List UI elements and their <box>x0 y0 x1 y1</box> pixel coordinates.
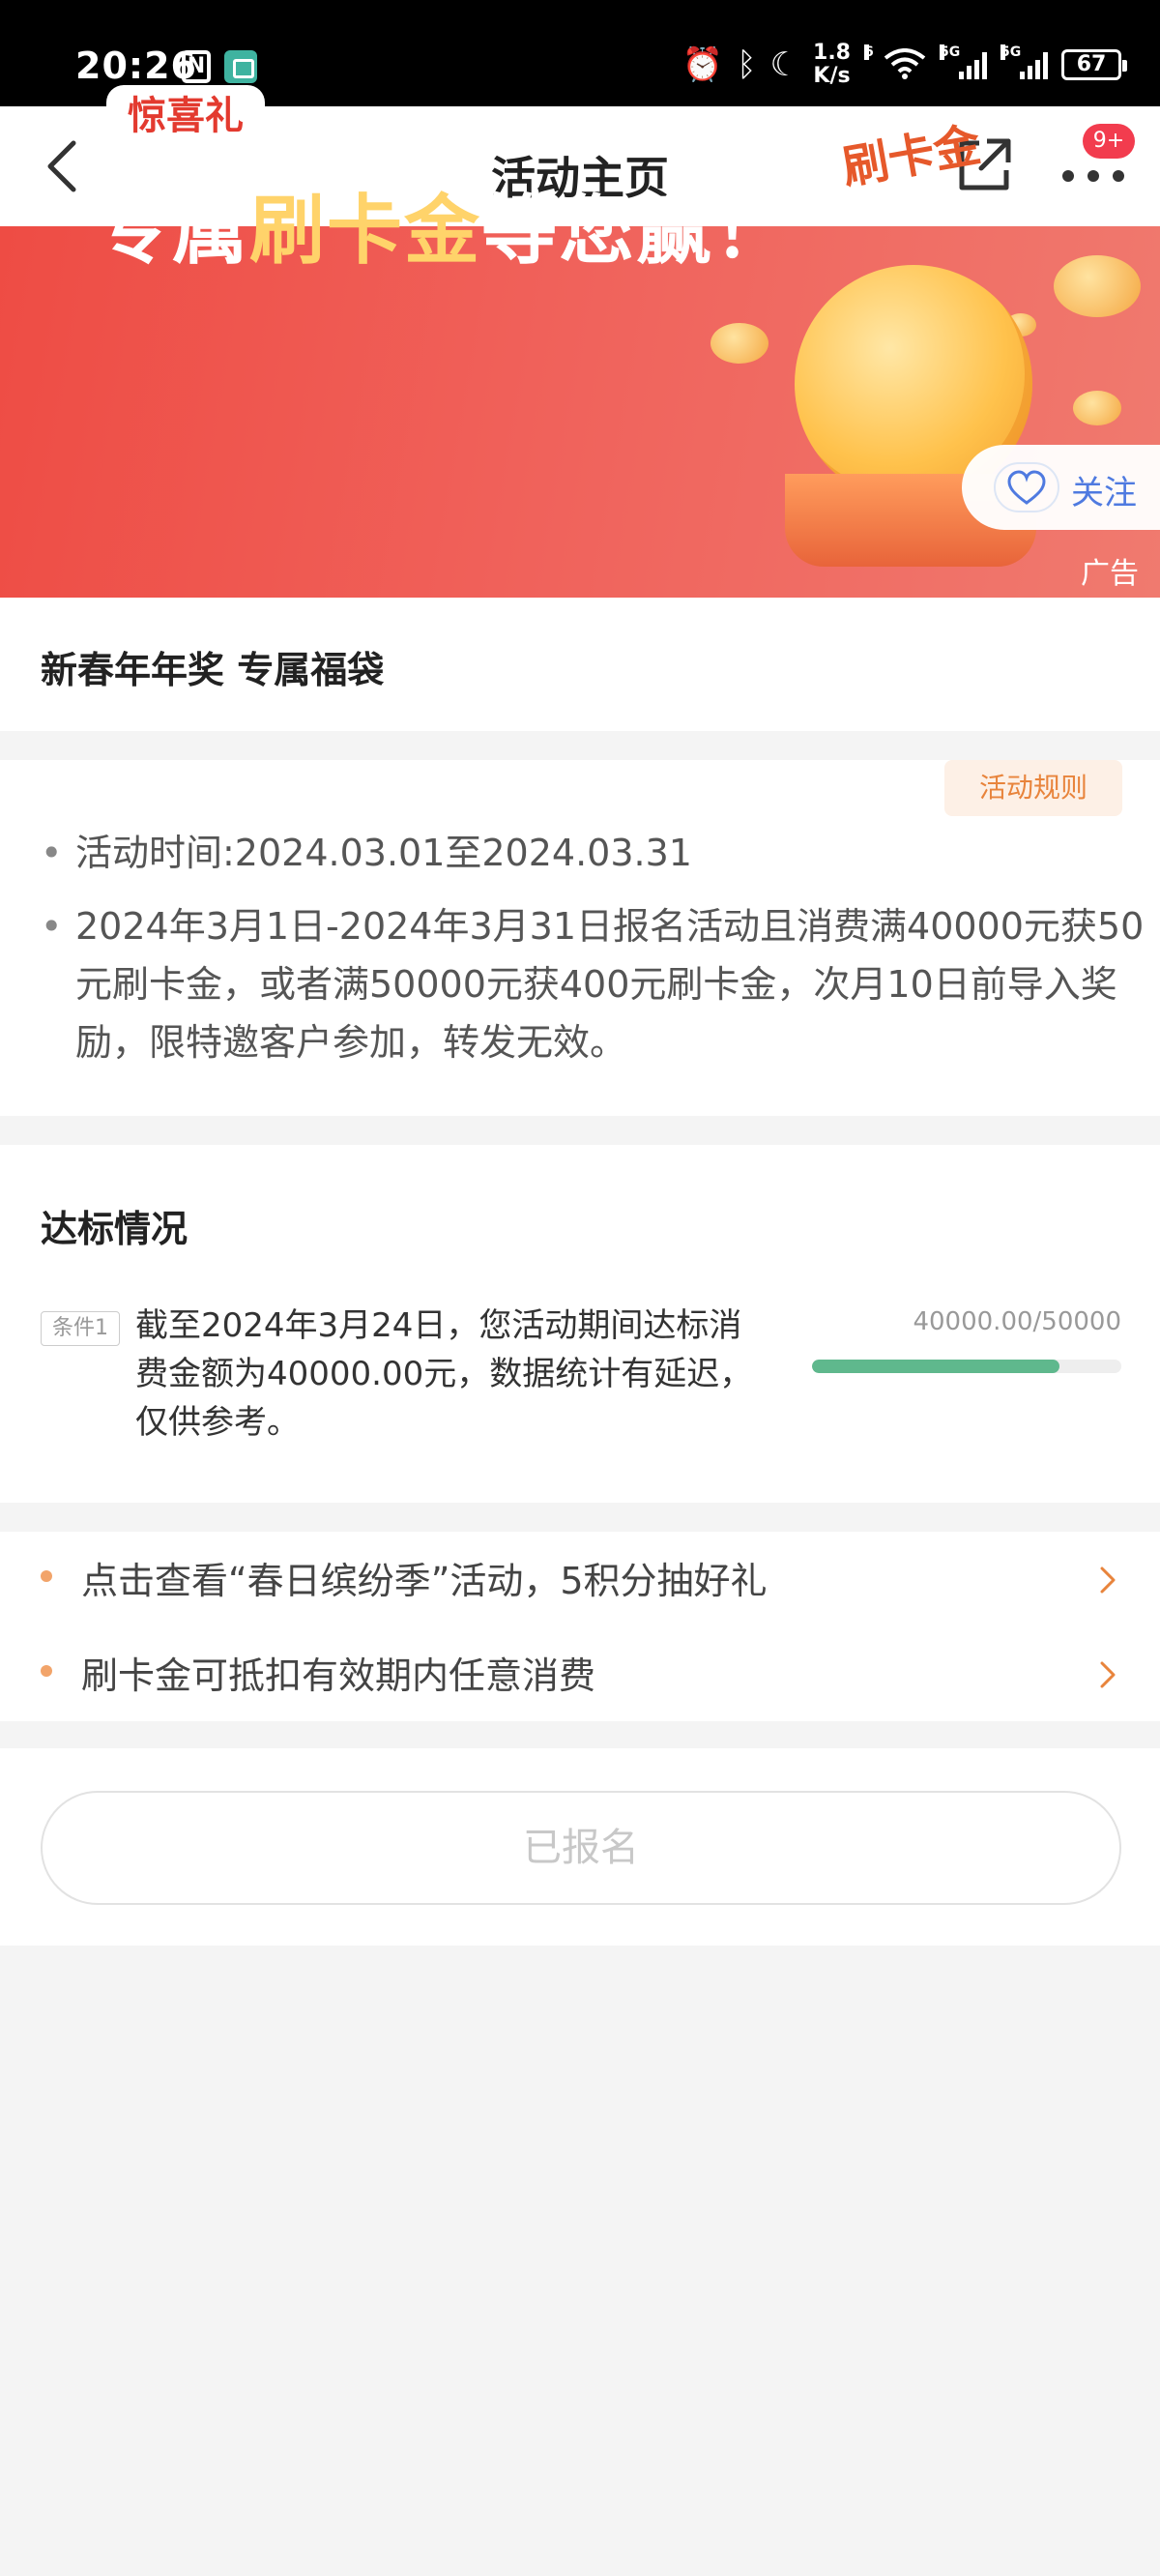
link-row-spring[interactable]: 点击查看“春日缤纷季”活动，5积分抽好礼 <box>0 1532 1160 1626</box>
banner-headline-c: 等您赢！ <box>481 188 792 275</box>
condition-text: 截至2024年3月24日，您活动期间达标消费金额为40000.00元，数据统计有… <box>135 1306 753 1442</box>
app-icon <box>224 50 257 83</box>
bullet-dot <box>41 1570 52 1582</box>
wifi-icon: 6 <box>864 44 926 79</box>
battery-icon: 67 <box>1061 49 1127 80</box>
compliance-title: 达标情况 <box>41 1208 188 1250</box>
coin-decoration <box>710 323 768 364</box>
moon-icon: ☾ <box>769 45 800 84</box>
alarm-icon: ⏰ <box>682 45 724 84</box>
promo-banner[interactable] <box>0 226 1160 598</box>
coin-decoration <box>1073 391 1121 425</box>
banner-headline-b: 刷卡金 <box>249 188 482 275</box>
wifi-tag: 6 <box>864 44 874 60</box>
activity-title-section: 新春年年奖 专属福袋 <box>0 598 1160 731</box>
rules-button[interactable]: 活动规则 <box>944 760 1122 816</box>
link-label: 点击查看“春日缤纷季”活动，5积分抽好礼 <box>81 1560 768 1602</box>
status-time: 20:26 <box>75 44 197 87</box>
bluetooth-icon: ᛒ <box>737 45 757 84</box>
links-card: 点击查看“春日缤纷季”活动，5积分抽好礼 刷卡金可抵扣有效期内任意消费 <box>0 1532 1160 1721</box>
signal-tag-2: 5G <box>1000 44 1022 60</box>
notification-badge: 9+ <box>1083 124 1135 159</box>
net-speed-unit: K/s <box>813 64 851 88</box>
progress-bar <box>812 1360 1121 1373</box>
bullet: • <box>41 832 63 874</box>
banner-headline: 专属刷卡金等您赢！ <box>95 170 791 278</box>
signal-icon-2: 5G <box>1000 44 1048 79</box>
condition-tag: 条件1 <box>41 1311 120 1346</box>
registered-button[interactable]: 已报名 <box>41 1791 1121 1905</box>
bullet-dot <box>41 1665 52 1677</box>
info-item-text: 2024年3月1日-2024年3月31日报名活动且消费满40000元获50元刷卡… <box>75 905 1145 1064</box>
link-label: 刷卡金可抵扣有效期内任意消费 <box>81 1654 596 1697</box>
status-icons: ⏰ ᛒ ☾ 1.8 K/s 6 5G 5G 67 <box>682 39 1127 91</box>
net-speed: 1.8 K/s <box>813 42 851 88</box>
banner-headline-a: 专属 <box>95 188 250 275</box>
link-row-card-gold[interactable]: 刷卡金可抵扣有效期内任意消费 <box>0 1626 1160 1721</box>
activity-title: 新春年年奖 专属福袋 <box>41 649 385 691</box>
progress-value: 40000.00/50000 <box>913 1307 1121 1336</box>
net-speed-value: 1.8 <box>813 41 851 65</box>
info-item-text: 活动时间:2024.03.01至2024.03.31 <box>75 832 692 874</box>
signal-tag-1: 5G <box>940 44 961 60</box>
chevron-right-icon <box>1100 1661 1116 1688</box>
ad-label: 广告 <box>1081 557 1139 591</box>
bullet: • <box>41 905 63 948</box>
signal-icon: 5G <box>940 44 987 79</box>
coin-decoration <box>1054 255 1141 317</box>
banner-tag: 惊喜礼 <box>106 85 265 159</box>
nfc-icon: N <box>182 50 211 83</box>
follow-label: 关注 <box>1071 474 1137 512</box>
progress-fill <box>812 1360 1059 1373</box>
heart-icon <box>994 462 1059 512</box>
chevron-right-icon <box>1100 1566 1116 1594</box>
